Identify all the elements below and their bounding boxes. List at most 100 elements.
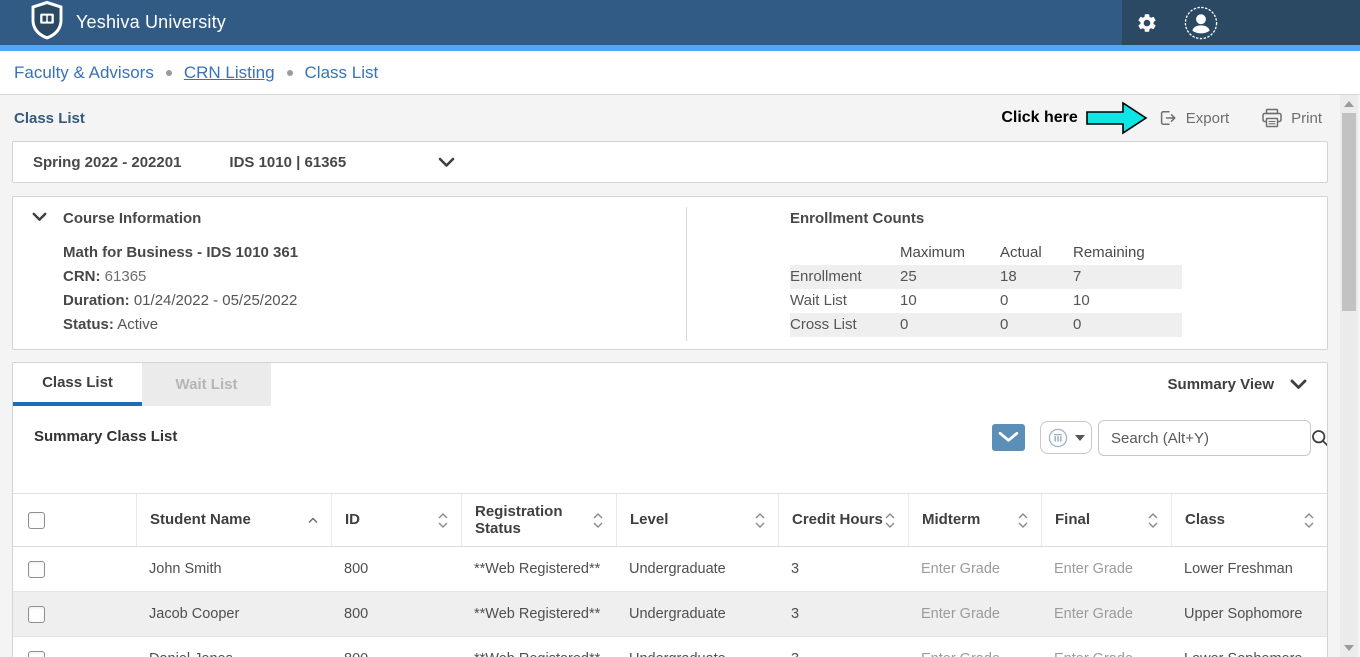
enrollment-counts-title: Enrollment Counts — [790, 210, 1182, 227]
enroll-row-label: Enrollment — [790, 265, 900, 289]
level-cell: Undergraduate — [616, 547, 778, 591]
final-enter-grade[interactable]: Enter Grade — [1041, 547, 1171, 591]
midterm-enter-grade[interactable]: Enter Grade — [908, 637, 1041, 657]
breadcrumb-class-list[interactable]: Class List — [305, 63, 379, 83]
search-input[interactable] — [1111, 430, 1310, 447]
blank-cell — [61, 592, 136, 636]
enroll-col-actual: Actual — [1000, 241, 1073, 265]
print-button[interactable]: Print — [1261, 108, 1322, 129]
caret-down-icon — [1075, 435, 1085, 441]
column-label: Class — [1185, 511, 1225, 528]
table-row: Jacob Cooper 800 **Web Registered** Unde… — [13, 592, 1327, 637]
chevron-down-icon[interactable] — [438, 157, 455, 168]
term-value: Spring 2022 - 202201 — [33, 154, 181, 171]
enroll-row-label: Wait List — [790, 289, 900, 313]
email-button[interactable] — [992, 424, 1025, 451]
level-cell: Undergraduate — [616, 592, 778, 636]
sort-chevrons-icon — [593, 513, 603, 528]
table-row: Daniel Jones 800 **Web Registered** Unde… — [13, 637, 1327, 657]
tab-class-list[interactable]: Class List — [13, 363, 142, 406]
column-header-registration-status[interactable]: Registration Status — [461, 494, 616, 546]
column-header-final[interactable]: Final — [1041, 494, 1171, 546]
column-header-level[interactable]: Level — [616, 494, 778, 546]
row-checkbox[interactable] — [28, 651, 45, 657]
tabbar: Class List Wait List Summary View — [13, 363, 1327, 406]
breadcrumb-crn-listing[interactable]: CRN Listing — [184, 63, 275, 83]
page-header: Class List Click here Export — [12, 95, 1328, 141]
enroll-col-remaining: Remaining — [1073, 241, 1182, 265]
id-cell: 800 — [331, 637, 461, 657]
search-box — [1098, 420, 1311, 456]
tab-wait-list[interactable]: Wait List — [142, 363, 271, 406]
vertical-divider — [686, 207, 687, 341]
table-row: John Smith 800 **Web Registered** Underg… — [13, 547, 1327, 592]
university-name: Yeshiva University — [76, 12, 226, 33]
column-label: ID — [345, 511, 360, 528]
enroll-col-maximum: Maximum — [900, 241, 1000, 265]
column-label: Registration Status — [475, 503, 593, 538]
credit-hours-cell: 3 — [778, 547, 908, 591]
column-header-student-name[interactable]: Student Name — [136, 494, 331, 546]
class-cell: Lower Freshman — [1171, 547, 1327, 591]
breadcrumb-faculty-advisors[interactable]: Faculty & Advisors — [14, 63, 154, 83]
final-enter-grade[interactable]: Enter Grade — [1041, 592, 1171, 636]
column-header-id[interactable]: ID — [331, 494, 461, 546]
view-selector[interactable]: Summary View — [1168, 363, 1327, 406]
course-information-details: Math for Business - IDS 1010 361 CRN: 61… — [63, 241, 298, 337]
vertical-scrollbar — [1340, 95, 1358, 657]
settings-gear-icon[interactable] — [1136, 12, 1158, 34]
sort-chevrons-icon — [1018, 513, 1028, 528]
collapse-chevron-icon[interactable] — [32, 212, 47, 222]
brand: Yeshiva University — [0, 0, 226, 45]
export-button[interactable]: Export — [1158, 108, 1229, 128]
enroll-row-label: Cross List — [790, 313, 900, 337]
term-course-selector[interactable]: Spring 2022 - 202201 IDS 1010 | 61365 — [12, 141, 1328, 183]
scroll-down-arrow[interactable] — [1344, 645, 1354, 651]
column-label: Final — [1055, 511, 1090, 528]
row-checkbox[interactable] — [28, 561, 45, 578]
university-logo-icon — [28, 0, 66, 45]
breadcrumb-separator — [287, 70, 293, 76]
chevron-down-icon — [1290, 379, 1307, 390]
status-line: Status: Active — [63, 313, 298, 337]
credit-hours-cell: 3 — [778, 637, 908, 657]
table-header-row: Student Name ID Registration Status — [13, 493, 1327, 547]
scroll-up-arrow[interactable] — [1344, 101, 1354, 107]
registration-status-cell: **Web Registered** — [461, 592, 616, 636]
page-content: Class List Click here Export — [0, 95, 1360, 657]
column-label: Student Name — [150, 511, 251, 528]
search-icon[interactable] — [1310, 428, 1328, 449]
sort-chevrons-icon — [885, 513, 895, 528]
table-tools-button[interactable] — [1040, 421, 1092, 454]
breadcrumb-separator — [166, 70, 172, 76]
column-label: Level — [630, 511, 668, 528]
column-header-credit-hours[interactable]: Credit Hours — [778, 494, 908, 546]
registration-status-cell: **Web Registered** — [461, 637, 616, 657]
column-header-midterm[interactable]: Midterm — [908, 494, 1041, 546]
student-name-cell: John Smith — [136, 547, 331, 591]
course-information-title: Course Information — [63, 210, 201, 227]
course-information-panel: Course Information Math for Business - I… — [12, 196, 1328, 350]
page-actions: Click here Export — [1001, 101, 1322, 135]
page-title: Class List — [14, 110, 85, 127]
crn-value: 61365 — [105, 268, 147, 285]
scrollbar-thumb[interactable] — [1342, 113, 1356, 311]
click-here-annotation: Click here — [1001, 109, 1077, 127]
final-enter-grade[interactable]: Enter Grade — [1041, 637, 1171, 657]
print-label: Print — [1291, 110, 1322, 127]
row-checkbox[interactable] — [28, 606, 45, 623]
midterm-enter-grade[interactable]: Enter Grade — [908, 547, 1041, 591]
export-icon — [1158, 108, 1178, 128]
column-header-blank — [61, 494, 136, 546]
blank-cell — [61, 637, 136, 657]
select-all-checkbox[interactable] — [28, 512, 45, 529]
status-value: Active — [117, 316, 158, 333]
student-name-cell: Jacob Cooper — [136, 592, 331, 636]
breadcrumb: Faculty & Advisors CRN Listing Class Lis… — [0, 51, 1360, 95]
sort-ascending-icon — [308, 517, 318, 524]
profile-icon[interactable] — [1184, 6, 1218, 40]
midterm-enter-grade[interactable]: Enter Grade — [908, 592, 1041, 636]
course-name: Math for Business - IDS 1010 361 — [63, 241, 298, 265]
block-arrow-icon — [1086, 101, 1148, 135]
column-header-class[interactable]: Class — [1171, 494, 1327, 546]
